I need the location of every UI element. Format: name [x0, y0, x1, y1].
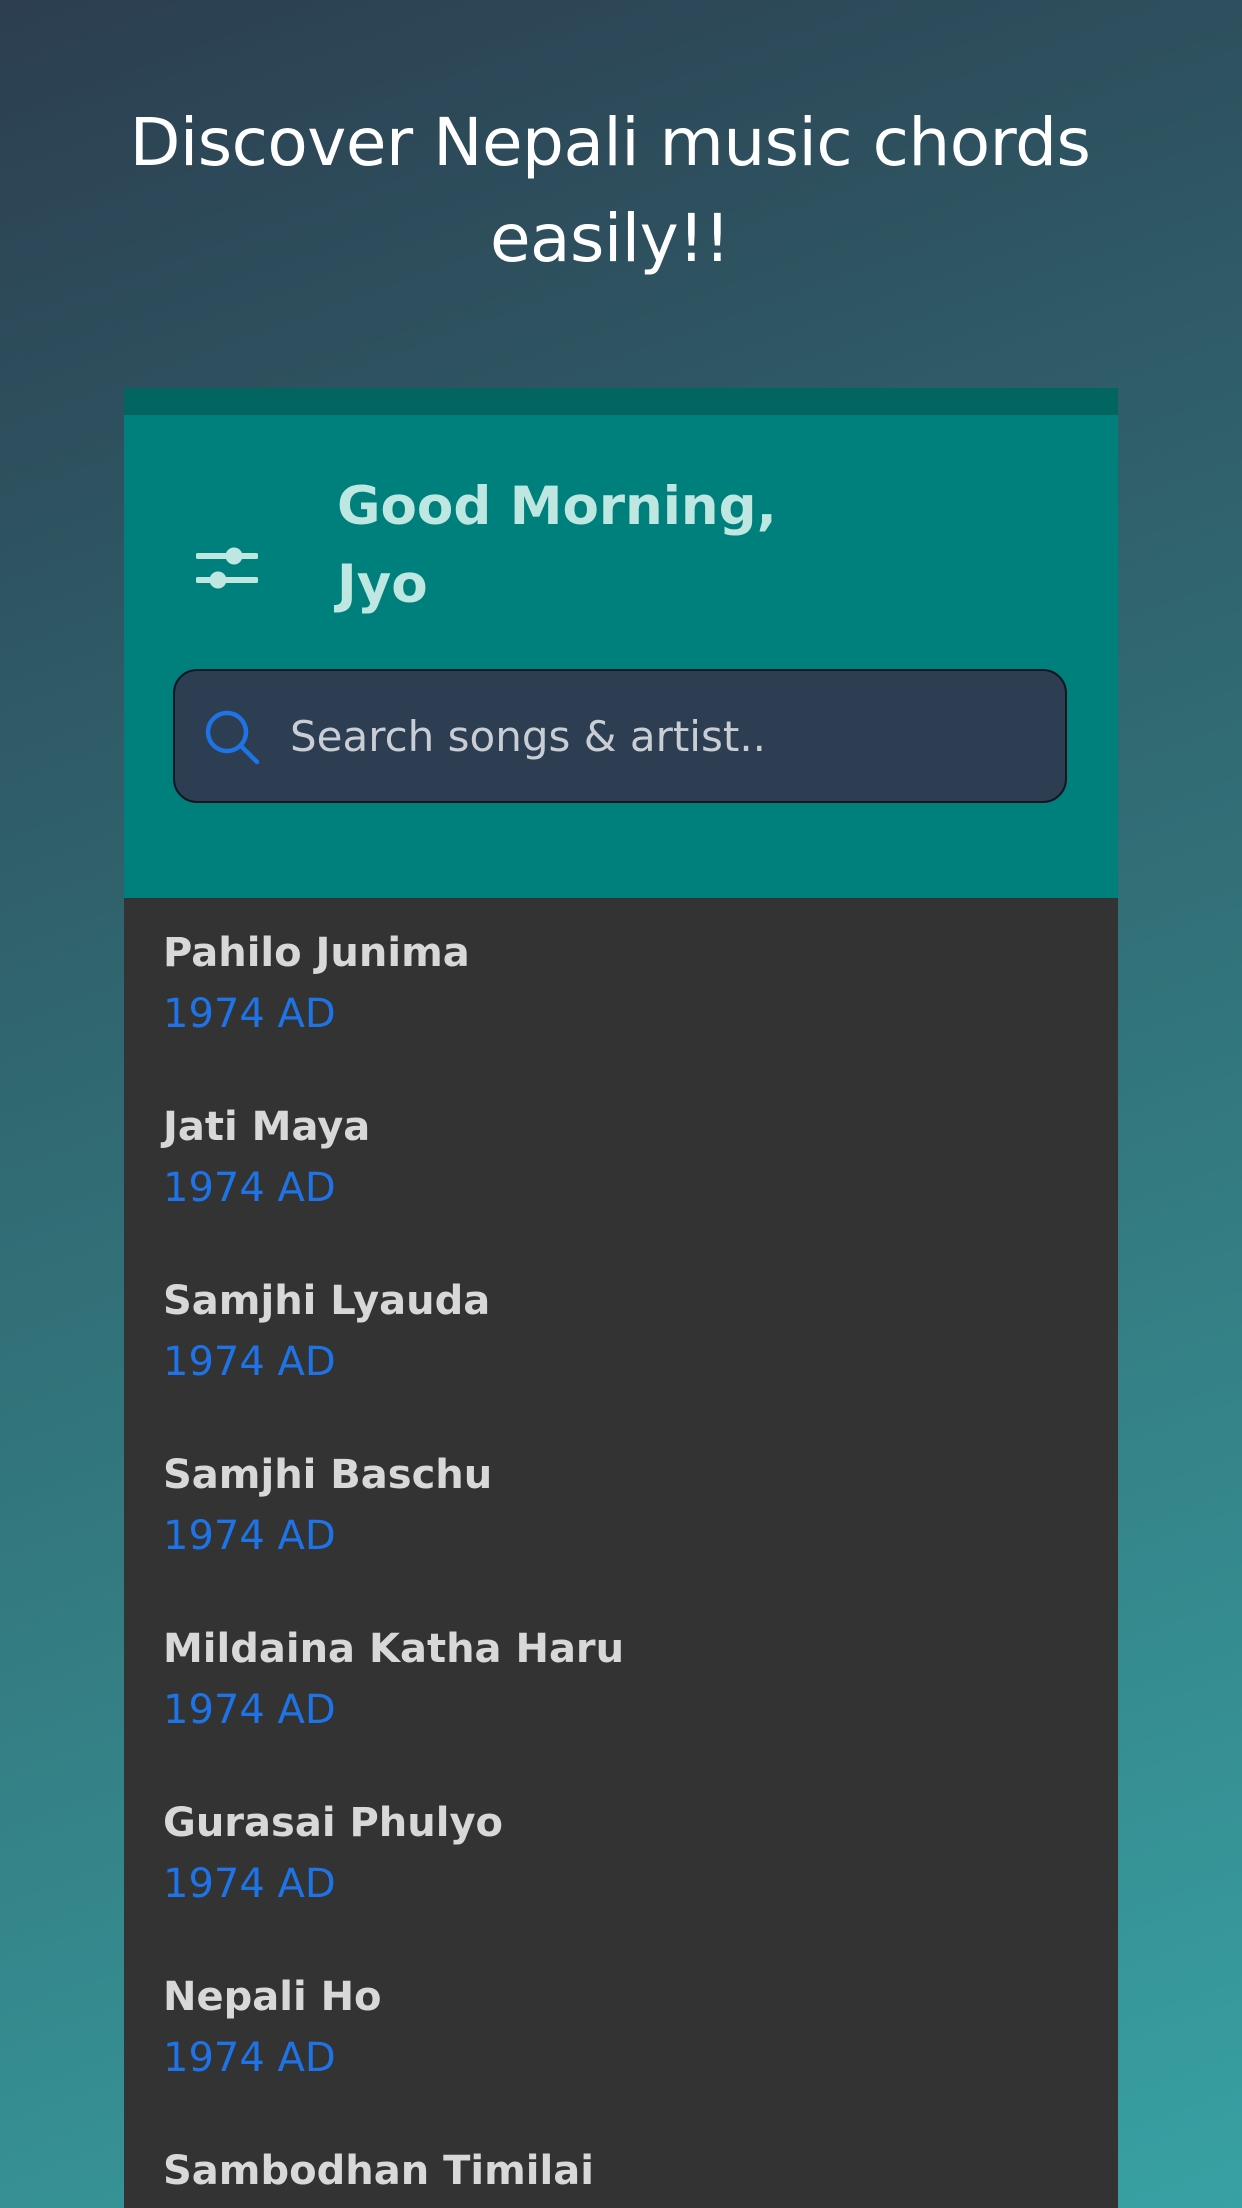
search-input[interactable] [290, 671, 1030, 801]
search-bar[interactable] [173, 669, 1067, 803]
song-year: 1974 AD [163, 1861, 336, 1907]
song-title: Mildaina Katha Haru [163, 1626, 625, 1672]
song-title: Gurasai Phulyo [163, 1800, 503, 1846]
song-year: 1974 AD [163, 991, 336, 1037]
list-item[interactable]: Samjhi Lyauda 1974 AD [124, 1272, 1118, 1446]
song-year: 1974 AD [163, 1687, 336, 1733]
song-title: Sambodhan Timilai [163, 2148, 594, 2194]
song-title: Nepali Ho [163, 1974, 382, 2020]
list-item[interactable]: Gurasai Phulyo 1974 AD [124, 1794, 1118, 1968]
list-item[interactable]: Sambodhan Timilai [124, 2142, 1118, 2208]
song-title: Samjhi Lyauda [163, 1278, 491, 1324]
song-title: Jati Maya [163, 1104, 371, 1150]
greeting-line-2: Jyo [337, 554, 428, 615]
app-screen: Good Morning, Jyo Pahilo Junima 1974 AD … [124, 388, 1118, 2208]
song-year: 1974 AD [163, 1339, 336, 1385]
list-item[interactable]: Samjhi Baschu 1974 AD [124, 1446, 1118, 1620]
greeting-line-1: Good Morning, [337, 476, 777, 537]
list-item[interactable]: Pahilo Junima 1974 AD [124, 924, 1118, 1098]
greeting: Good Morning, Jyo [337, 468, 937, 624]
list-item[interactable]: Nepali Ho 1974 AD [124, 1968, 1118, 2142]
headline: Discover Nepali music chords easily!! [129, 104, 1091, 277]
song-year: 1974 AD [163, 1513, 336, 1559]
sliders-icon[interactable] [195, 540, 259, 596]
song-list: Pahilo Junima 1974 AD Jati Maya 1974 AD … [124, 898, 1118, 2208]
song-year: 1974 AD [163, 2035, 336, 2081]
search-icon[interactable] [203, 708, 261, 766]
status-bar [124, 388, 1118, 415]
song-year: 1974 AD [163, 1165, 336, 1211]
song-title: Pahilo Junima [163, 930, 470, 976]
app-header: Good Morning, Jyo [124, 415, 1118, 898]
list-item[interactable]: Jati Maya 1974 AD [124, 1098, 1118, 1272]
list-item[interactable]: Mildaina Katha Haru 1974 AD [124, 1620, 1118, 1794]
song-title: Samjhi Baschu [163, 1452, 493, 1498]
